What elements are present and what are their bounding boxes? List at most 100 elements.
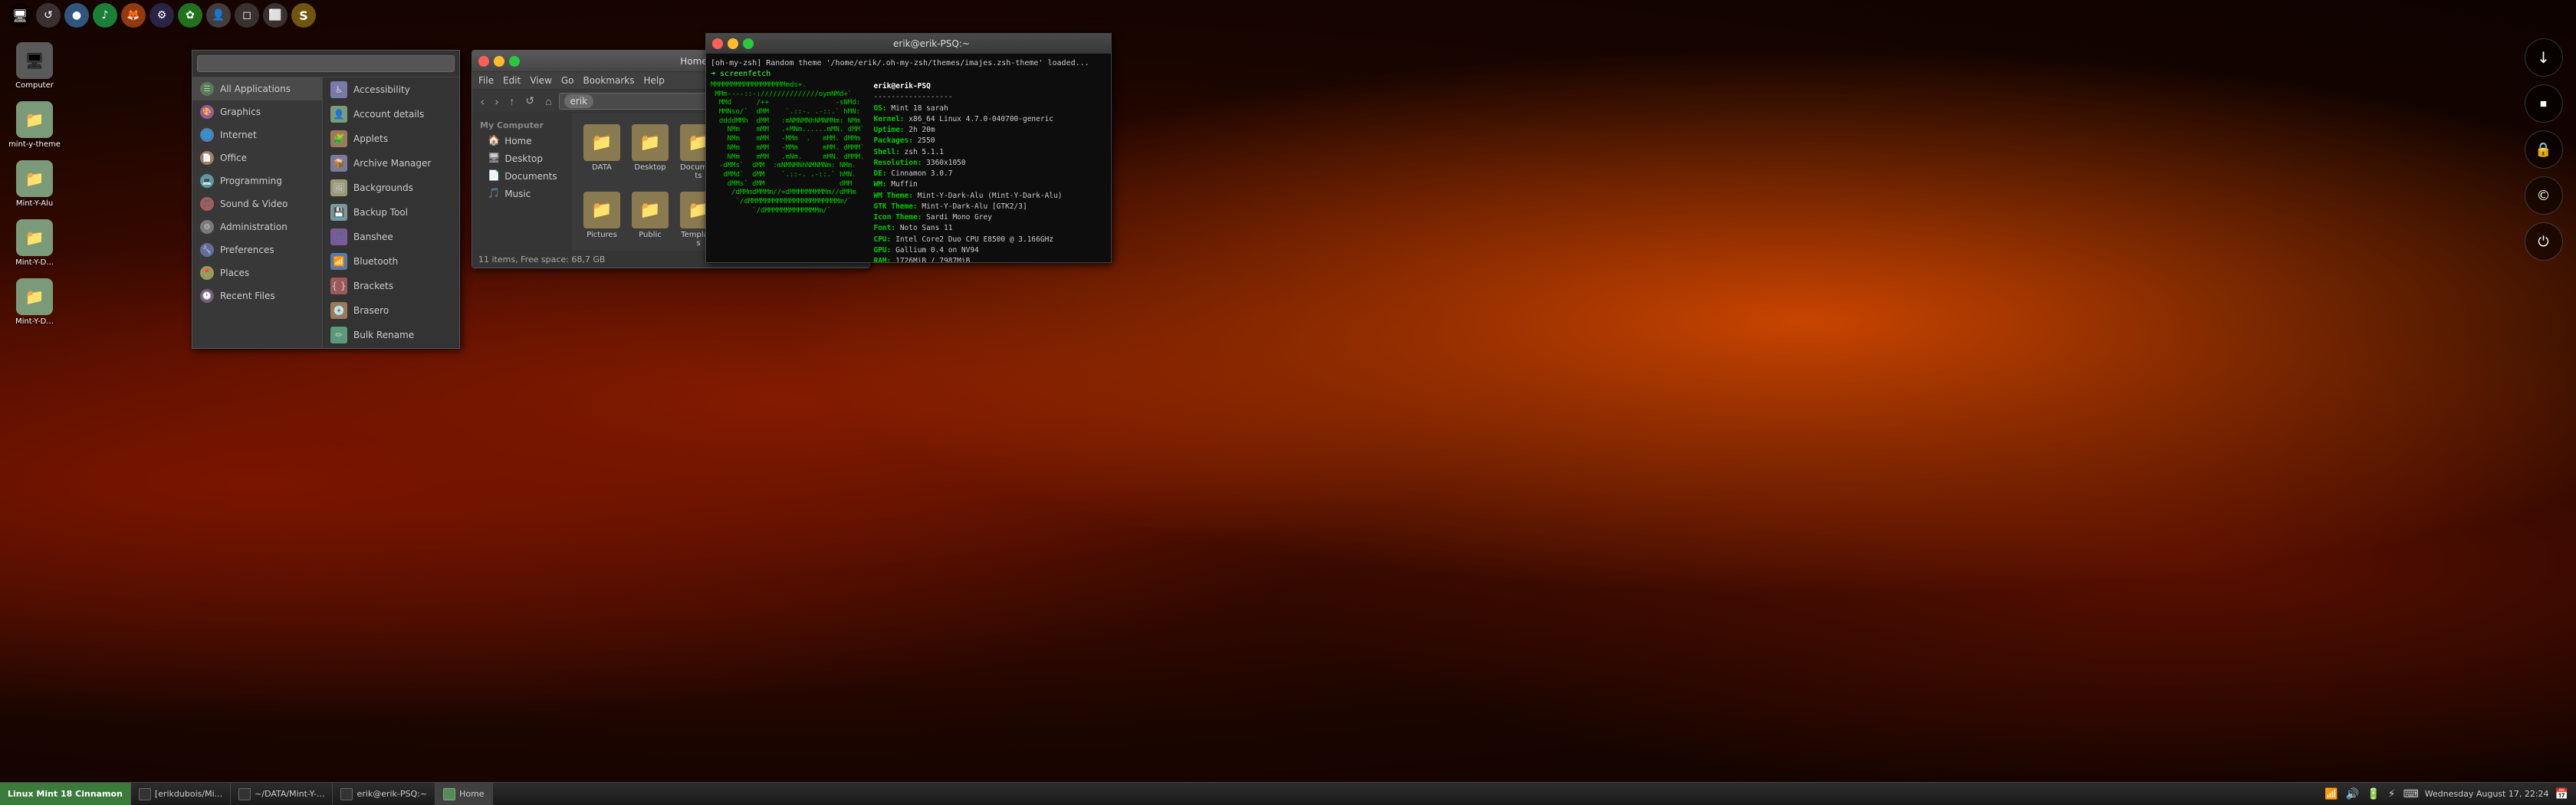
brackets-icon: { }: [330, 278, 347, 294]
sidebar-item-desktop[interactable]: 🖥 Desktop: [472, 150, 571, 167]
panel-icon-computer[interactable]: 🖥: [8, 3, 32, 28]
file-data[interactable]: 📁 DATA: [580, 120, 624, 184]
menu-bookmarks[interactable]: Bookmarks: [583, 75, 634, 86]
app-brackets[interactable]: { } Brackets: [323, 274, 459, 298]
app-cat-office[interactable]: 📄 Office: [192, 146, 322, 169]
mint-y-theme-icon: 📁: [16, 101, 53, 138]
account-details-label: Account details: [353, 109, 424, 120]
taskbar-start-button[interactable]: Linux Mint 18 Cinnamon: [0, 783, 131, 805]
tray-power[interactable]: ⚡: [2387, 788, 2397, 800]
app-cat-programming[interactable]: 💻 Programming: [192, 169, 322, 192]
app-archive-manager[interactable]: 📦 Archive Manager: [323, 151, 459, 176]
panel-icon-back[interactable]: ↺: [36, 3, 61, 28]
term-resolution: Resolution: 3360x1050: [873, 158, 1062, 169]
app-cat-all-applications[interactable]: ☰ All Applications: [192, 77, 322, 100]
taskbar-item-terminal3[interactable]: erik@erik-PSQ:~: [333, 783, 435, 805]
sidebar-item-home[interactable]: 🏠 Home: [472, 132, 571, 150]
mint-y-d1-label: Mint-Y-D...: [15, 258, 54, 267]
app-accessibility[interactable]: ♿ Accessibility: [323, 77, 459, 102]
recent-files-icon: 🕐: [200, 289, 214, 303]
taskbar: Linux Mint 18 Cinnamon [erikdubois/Mi...…: [0, 782, 2576, 805]
desktop-icon-mint-y-theme[interactable]: 📁 mint-y-theme: [5, 97, 64, 153]
app-account-details[interactable]: 👤 Account details: [323, 102, 459, 127]
nav-up[interactable]: ↑: [505, 94, 518, 109]
sidebar-section-my-computer: My Computer: [472, 119, 571, 132]
desktop-icon-mint-y-alu[interactable]: 📁 Mint-Y-Alu: [12, 156, 57, 212]
desktop-icon-computer[interactable]: 🖥 Computer: [12, 38, 58, 94]
right-dock-download[interactable]: ↓: [2525, 38, 2563, 77]
tray-network[interactable]: 📶: [2323, 788, 2339, 800]
sidebar-item-music[interactable]: 🎵 Music: [472, 185, 571, 202]
panel-icon-s[interactable]: S: [291, 3, 316, 28]
nav-forward[interactable]: ›: [491, 94, 503, 109]
terminal-minimize[interactable]: [728, 38, 738, 49]
close-button[interactable]: [478, 56, 489, 67]
right-dock-power[interactable]: ⏻: [2525, 222, 2563, 261]
tray-battery[interactable]: 🔋: [2365, 788, 2381, 800]
app-cat-recent-files[interactable]: 🕐 Recent Files: [192, 284, 322, 307]
taskbar-item-home[interactable]: Home: [435, 783, 492, 805]
app-bluetooth[interactable]: 📶 Bluetooth: [323, 249, 459, 274]
desktop-icon-mint-y-d2[interactable]: 📁 Mint-Y-D...: [12, 274, 58, 330]
app-calculator[interactable]: 🔢 Calculator: [323, 347, 459, 348]
taskbar-item-terminal1[interactable]: [erikdubois/Mi...: [131, 783, 231, 805]
app-brasero[interactable]: 💿 Brasero: [323, 298, 459, 323]
app-bulk-rename[interactable]: ✏ Bulk Rename: [323, 323, 459, 347]
right-dock-lock[interactable]: 🔒: [2525, 130, 2563, 169]
panel-icon-mint[interactable]: ✿: [178, 3, 202, 28]
terminal-maximize[interactable]: [743, 38, 754, 49]
term-packages: Packages: 2550: [873, 136, 1062, 146]
banshee-label: Banshee: [353, 232, 393, 242]
app-cat-preferences[interactable]: 🔧 Preferences: [192, 238, 322, 261]
nav-refresh[interactable]: ↺: [521, 93, 538, 109]
app-search-input[interactable]: [197, 55, 455, 72]
nav-back[interactable]: ‹: [477, 94, 488, 109]
terminal-close[interactable]: [712, 38, 723, 49]
panel-icon-firefox[interactable]: 🦊: [121, 3, 146, 28]
menu-help[interactable]: Help: [644, 75, 665, 86]
nav-home[interactable]: ⌂: [541, 94, 555, 109]
app-cat-graphics[interactable]: 🎨 Graphics: [192, 100, 322, 123]
maximize-button[interactable]: [509, 56, 520, 67]
panel-icon-box[interactable]: ◻: [235, 3, 259, 28]
menu-go[interactable]: Go: [561, 75, 574, 86]
file-pictures-label: Pictures: [586, 231, 617, 239]
app-cat-administration[interactable]: ⚙ Administration: [192, 215, 322, 238]
left-dock: 🖥 Computer 📁 mint-y-theme 📁 Mint-Y-Alu 📁…: [0, 31, 69, 782]
taskbar-item-terminal2[interactable]: ~/DATA/Mint-Y-...: [231, 783, 333, 805]
app-banshee[interactable]: 🎵 Banshee: [323, 225, 459, 249]
app-menu-window: ☰ All Applications 🎨 Graphics 🌐 Internet…: [192, 50, 460, 349]
app-cat-places[interactable]: 📍 Places: [192, 261, 322, 284]
file-pictures[interactable]: 📁 Pictures: [580, 188, 624, 251]
panel-icon-person[interactable]: 👤: [206, 3, 231, 28]
file-desktop[interactable]: 📁 Desktop: [628, 120, 672, 184]
right-dock-copy[interactable]: ©: [2525, 176, 2563, 215]
minimize-button[interactable]: [494, 56, 504, 67]
panel-icon-spotify[interactable]: ♪: [93, 3, 117, 28]
panel-icon-monitor[interactable]: ⬜: [263, 3, 288, 28]
tray-calendar[interactable]: 📅: [2554, 788, 2570, 800]
tray-sound[interactable]: 🔊: [2344, 788, 2361, 800]
desktop-icon-mint-y-d1[interactable]: 📁 Mint-Y-D...: [12, 215, 58, 271]
sound-video-icon: 🎵: [200, 197, 214, 211]
terminal-content[interactable]: [oh-my-zsh] Random theme '/home/erik/.oh…: [706, 54, 1111, 262]
right-dock: ↓ ⏹ 🔒 © ⏻: [2511, 31, 2576, 782]
right-dock-stop[interactable]: ⏹: [2525, 84, 2563, 123]
taskbar-terminal1-icon: [139, 788, 151, 800]
app-backup-tool[interactable]: 💾 Backup Tool: [323, 200, 459, 225]
app-applets[interactable]: 🧩 Applets: [323, 127, 459, 151]
bluetooth-label: Bluetooth: [353, 256, 398, 267]
term-ram: RAM: 1726MiB / 7987MiB: [873, 256, 1062, 262]
office-icon: 📄: [200, 151, 214, 165]
panel-icon-chrome[interactable]: ●: [64, 3, 89, 28]
app-cat-sound-video[interactable]: 🎵 Sound & Video: [192, 192, 322, 215]
sidebar-item-documents[interactable]: 📄 Documents: [472, 167, 571, 185]
app-backgrounds[interactable]: 🖼 Backgrounds: [323, 176, 459, 200]
menu-view[interactable]: View: [530, 75, 551, 86]
file-public[interactable]: 📁 Public: [628, 188, 672, 251]
menu-edit[interactable]: Edit: [503, 75, 521, 86]
app-cat-internet[interactable]: 🌐 Internet: [192, 123, 322, 146]
panel-icon-steam[interactable]: ⚙: [150, 3, 174, 28]
menu-file[interactable]: File: [478, 75, 494, 86]
term-shell: Shell: zsh 5.1.1: [873, 147, 1062, 158]
